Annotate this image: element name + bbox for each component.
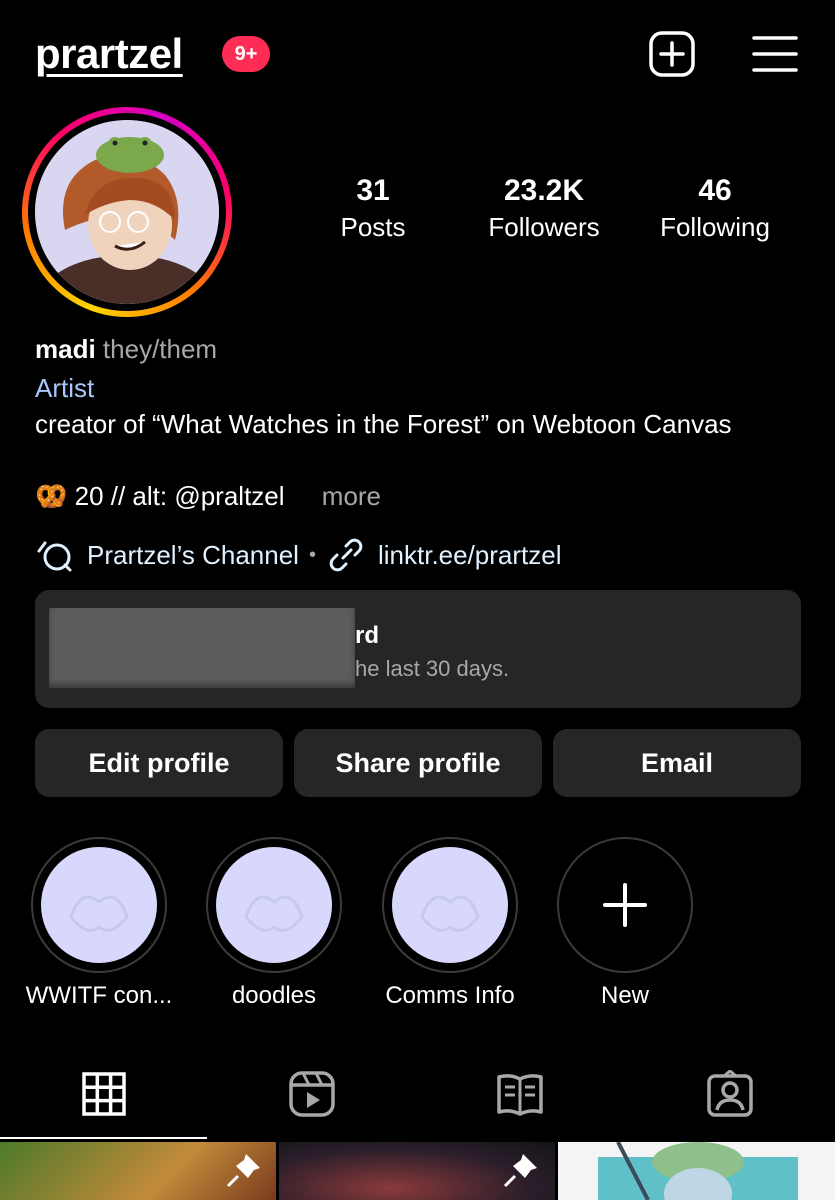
posts-count: 31 [356,174,390,207]
highlight-item[interactable] [382,837,518,973]
following-count: 46 [698,174,732,207]
pinned-post-icon [503,1154,537,1188]
dashboard-title: rd [355,622,379,649]
pinned-post-icon [226,1154,260,1188]
link-icon [329,538,363,572]
redaction-overlay [49,608,355,688]
broadcast-channel-link[interactable]: Prartzel’s Channel [87,540,299,571]
tagged-tab-icon[interactable] [706,1070,754,1118]
following-stat[interactable]: 46 Following [635,172,795,244]
bio-name-line: madi they/them [35,334,217,365]
bio-alt-text: 20 // alt: @praltzel [74,481,285,511]
posts-label: Posts [340,212,406,242]
notification-badge[interactable]: 9+ [222,36,270,72]
email-button[interactable]: Email [553,729,801,797]
edit-profile-button[interactable]: Edit profile [35,729,283,797]
highlight-item[interactable] [31,837,167,973]
highlight-label: New [600,982,649,1009]
highlight-label: WWITF con... [25,982,173,1009]
highlight-cover [392,847,508,963]
profile-links-row: Prartzel’s Channel • linktr.ee/prartzel [35,535,562,575]
active-tab-indicator [0,1137,207,1139]
create-post-icon[interactable] [648,30,696,78]
professional-dashboard-card[interactable]: rd he last 30 days. [35,590,801,708]
posts-stat[interactable]: 31 Posts [293,172,453,244]
followers-label: Followers [488,212,600,242]
bio-alt-line: 🥨 20 // alt: @praltzel more [35,478,381,514]
profile-username[interactable]: prartzel [35,30,183,78]
highlight-cover [41,847,157,963]
following-label: Following [660,212,770,242]
highlight-label: Comms Info [385,982,515,1009]
dashboard-subtitle: he last 30 days. [355,656,510,681]
display-name: madi [35,334,96,364]
grid-post[interactable] [279,1142,555,1200]
plus-icon [603,883,647,927]
grid-tab-icon[interactable] [80,1070,128,1118]
avatar-story-ring[interactable] [22,107,232,317]
share-profile-button[interactable]: Share profile [294,729,542,797]
new-highlight-button[interactable] [557,837,693,973]
highlight-label: doodles [231,982,317,1009]
guides-tab-icon[interactable] [496,1070,544,1118]
hamburger-menu-icon[interactable] [752,34,798,74]
profile-category: Artist [35,373,95,403]
reels-tab-icon[interactable] [288,1070,336,1118]
grid-post[interactable] [558,1142,835,1200]
highlight-item[interactable] [206,837,342,973]
grid-post[interactable] [0,1142,276,1200]
bio-description: creator of “What Watches in the Forest” … [35,409,732,439]
external-link[interactable]: linktr.ee/prartzel [378,540,562,571]
followers-count: 23.2K [503,174,585,207]
highlight-cover [216,847,332,963]
avatar[interactable] [35,120,219,304]
more-link[interactable]: more [322,481,381,511]
pronouns: they/them [102,334,218,364]
threads-channel-icon [37,541,72,572]
followers-stat[interactable]: 23.2K Followers [464,172,624,244]
pretzel-emoji: 🥨 [35,481,68,511]
